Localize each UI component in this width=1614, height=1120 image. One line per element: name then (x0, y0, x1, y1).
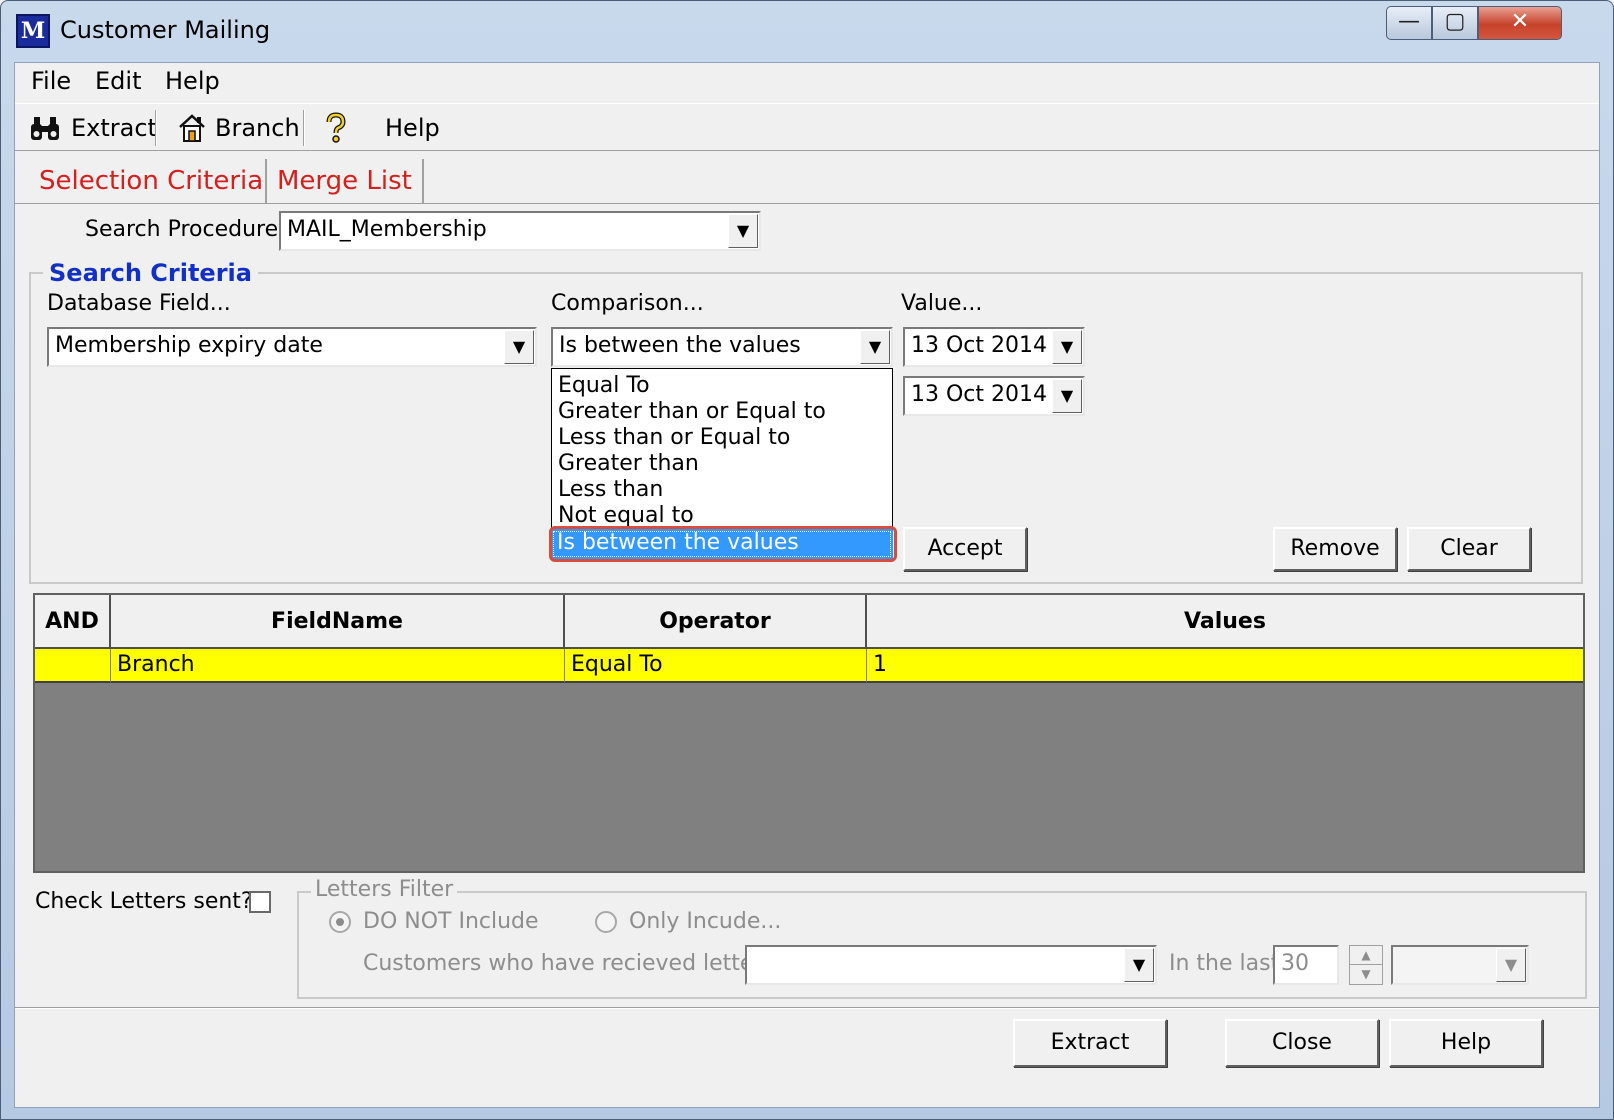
tab-merge-list[interactable]: Merge List (265, 159, 424, 203)
minimize-button[interactable]: — (1386, 6, 1432, 40)
app-logo-icon: M (16, 14, 50, 48)
search-procedure-label: Search Procedure: (85, 217, 286, 242)
search-procedure-combo[interactable]: MAIL_Membership ▼ (279, 211, 761, 251)
toolbar-help-label: Help (385, 114, 440, 142)
check-letters-label: Check Letters sent? (35, 889, 253, 914)
menu-file[interactable]: File (31, 67, 71, 95)
chevron-down-icon[interactable]: ▼ (504, 330, 534, 364)
chevron-down-icon[interactable]: ▼ (860, 330, 890, 364)
database-field-value: Membership expiry date (55, 333, 323, 358)
radio-only-include[interactable] (595, 911, 617, 933)
in-the-last-label: In the last (1169, 951, 1280, 976)
grid-header-operator[interactable]: Operator (565, 595, 867, 649)
maximize-button[interactable]: ▢ (1432, 6, 1478, 40)
clear-button[interactable]: Clear (1407, 527, 1531, 571)
footer-separator (15, 1007, 1599, 1009)
comparison-label: Comparison... (551, 291, 704, 316)
toolbar: Extract Branch Help (15, 103, 1599, 151)
grid-cell-values[interactable]: 1 (867, 649, 1583, 683)
spin-up-icon[interactable]: ▲ (1350, 946, 1382, 965)
comparison-value: Is between the values (559, 333, 801, 358)
client-area: File Edit Help Extract Branch Help Selec… (14, 62, 1600, 1108)
tab-selection-criteria[interactable]: Selection Criteria (29, 159, 273, 203)
grid-header-values[interactable]: Values (867, 595, 1583, 649)
database-field-combo[interactable]: Membership expiry date ▼ (47, 327, 537, 367)
menu-help[interactable]: Help (165, 67, 220, 95)
value-date-picker-1[interactable]: 13 Oct 2014 ▼ (903, 327, 1085, 367)
toolbar-help-button[interactable]: Help (315, 110, 455, 146)
footer-close-button[interactable]: Close (1225, 1019, 1379, 1067)
footer-extract-button[interactable]: Extract (1013, 1019, 1167, 1067)
chevron-down-icon[interactable]: ▼ (1496, 948, 1526, 982)
received-letter-combo[interactable]: ▼ (745, 945, 1157, 985)
received-letter-label: Customers who have recieved letter... (363, 951, 782, 976)
spin-down-icon[interactable]: ▼ (1350, 965, 1382, 984)
chevron-down-icon[interactable]: ▼ (1052, 330, 1082, 364)
value-2: 13 Oct 2014 (911, 382, 1048, 407)
period-combo[interactable]: ▼ (1391, 945, 1529, 985)
chevron-down-icon[interactable]: ▼ (1052, 379, 1082, 413)
radio-do-not-include[interactable] (329, 911, 351, 933)
value-label: Value... (901, 291, 983, 316)
menu-bar: File Edit Help (15, 63, 1599, 103)
grid-cell-and[interactable] (35, 649, 111, 683)
chevron-down-icon[interactable]: ▼ (1124, 948, 1154, 982)
binoculars-icon (31, 117, 59, 140)
letters-filter-title: Letters Filter (311, 877, 458, 902)
in-the-last-spinner[interactable]: ▲ ▼ (1349, 945, 1383, 985)
dropdown-option-greater-than[interactable]: Greater than (558, 451, 699, 477)
search-procedure-value: MAIL_Membership (287, 217, 487, 242)
title-bar[interactable]: M Customer Mailing — ▢ ✕ (0, 0, 1614, 62)
grid-header-fieldname[interactable]: FieldName (111, 595, 565, 649)
criteria-grid[interactable]: AND FieldName Operator Values Branch Equ… (33, 593, 1585, 873)
radio-only-include-label: Only Incude... (629, 909, 782, 934)
dropdown-option-less-than[interactable]: Less than (558, 477, 663, 503)
toolbar-branch-button[interactable]: Branch (165, 110, 300, 146)
check-letters-checkbox[interactable] (249, 891, 271, 913)
toolbar-branch-label: Branch (215, 114, 300, 142)
comparison-combo[interactable]: Is between the values ▼ (551, 327, 893, 367)
close-window-button[interactable]: ✕ (1478, 6, 1562, 40)
remove-button[interactable]: Remove (1273, 527, 1397, 571)
selection-highlight-box (549, 526, 897, 562)
footer-help-button[interactable]: Help (1389, 1019, 1543, 1067)
chevron-down-icon[interactable]: ▼ (728, 214, 758, 248)
dropdown-option-less-equal[interactable]: Less than or Equal to (558, 425, 790, 451)
question-icon (326, 112, 346, 143)
value-date-picker-2[interactable]: 13 Oct 2014 ▼ (903, 376, 1085, 416)
toolbar-extract-button[interactable]: Extract (27, 110, 157, 146)
database-field-label: Database Field... (47, 291, 231, 316)
dropdown-option-greater-equal[interactable]: Greater than or Equal to (558, 399, 826, 425)
grid-cell-operator[interactable]: Equal To (565, 649, 867, 683)
toolbar-extract-label: Extract (71, 114, 157, 142)
menu-edit[interactable]: Edit (95, 67, 141, 95)
window-title: Customer Mailing (60, 16, 271, 44)
toolbar-separator (303, 110, 305, 146)
house-icon (179, 114, 205, 142)
radio-do-not-include-label: DO NOT Include (363, 909, 539, 934)
grid-cell-fieldname[interactable]: Branch (111, 649, 565, 683)
in-the-last-input[interactable]: 30 (1273, 945, 1339, 985)
accept-button[interactable]: Accept (903, 527, 1027, 571)
value-1: 13 Oct 2014 (911, 333, 1048, 358)
search-criteria-title: Search Criteria (43, 259, 258, 287)
grid-header-and[interactable]: AND (35, 595, 111, 649)
toolbar-separator (155, 110, 157, 146)
dropdown-option-equal-to[interactable]: Equal To (558, 373, 650, 399)
